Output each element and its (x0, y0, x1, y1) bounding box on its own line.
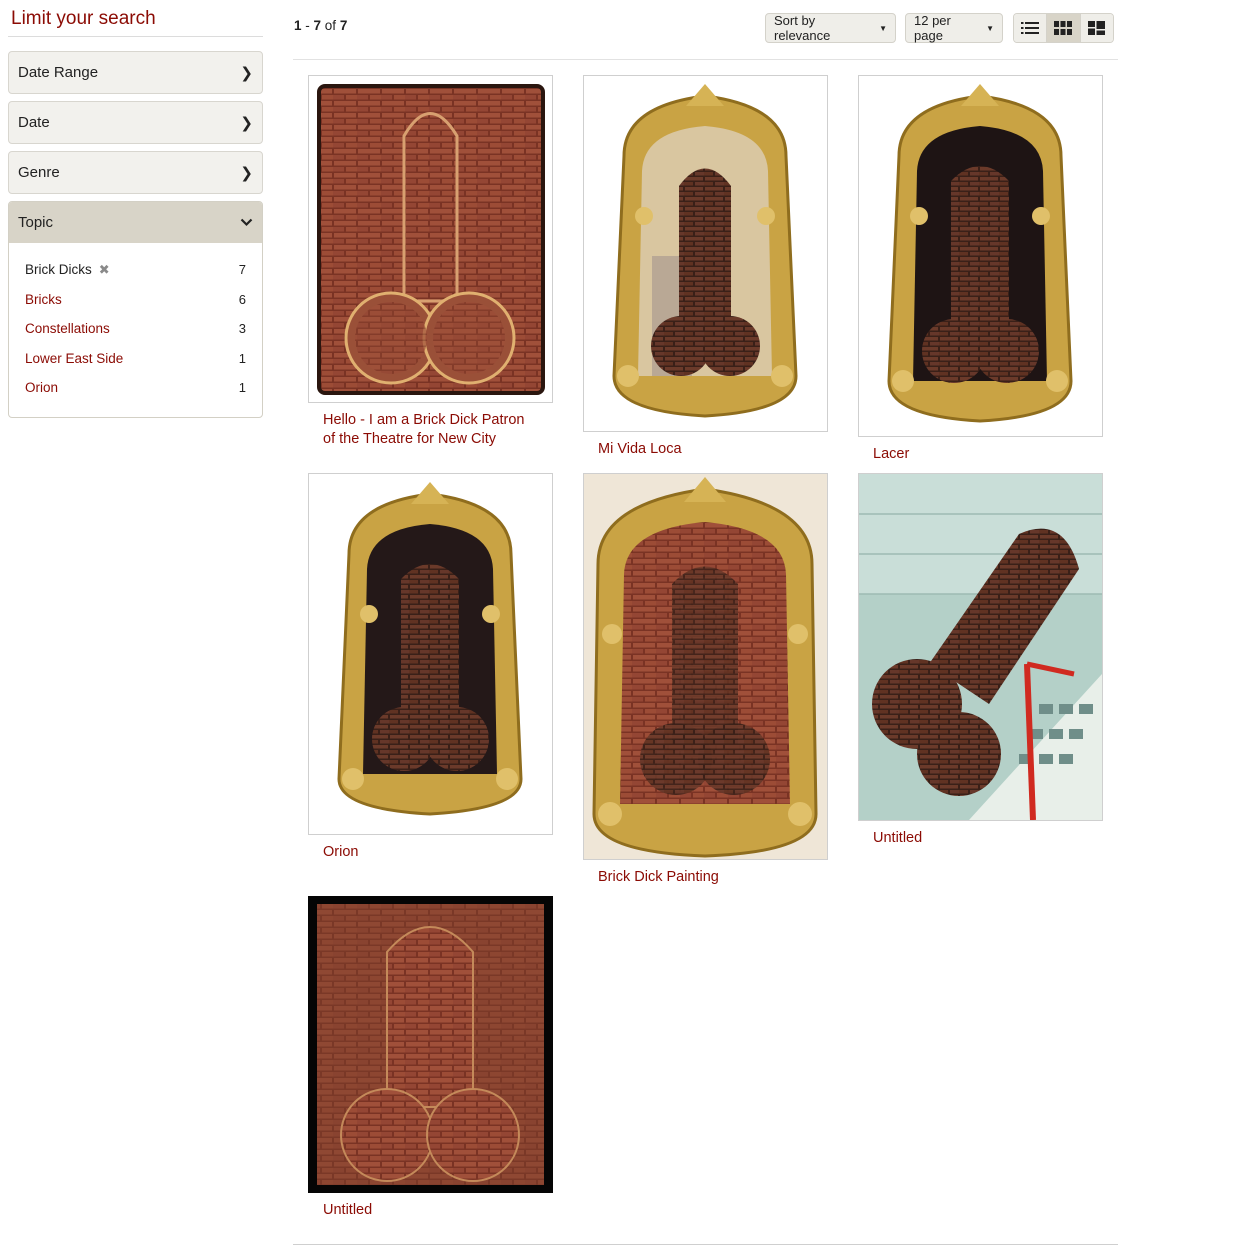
facet-count: 1 (238, 350, 246, 366)
result-thumbnail[interactable] (308, 473, 553, 835)
facet-header[interactable]: Date Range ❯ (9, 52, 262, 93)
page-entries-info: 1 - 7 of 7 (294, 18, 348, 33)
result-title-link[interactable]: Mi Vida Loca (598, 440, 813, 459)
result-thumbnail[interactable] (308, 896, 553, 1193)
caret-down-icon: ▼ (879, 23, 887, 33)
facet-label: Genre (18, 164, 60, 181)
range-start: 1 (294, 18, 302, 33)
result-title-link[interactable]: Brick Dick Painting (598, 868, 813, 887)
chevron-right-icon: ❯ (240, 114, 253, 132)
facet-label: Topic (18, 214, 54, 231)
facet-header[interactable]: Date ❯ (9, 102, 262, 143)
facet-value-link[interactable]: Constellations (25, 321, 110, 336)
facet-date[interactable]: Date ❯ (8, 101, 263, 144)
chevron-right-icon: ❯ (240, 164, 253, 182)
range-end: 7 (313, 18, 322, 33)
results-divider (293, 1244, 1118, 1245)
facet-count: 6 (238, 291, 246, 307)
facet-value-link[interactable]: Lower East Side (25, 351, 123, 366)
view-type-group (1013, 13, 1114, 43)
facet-count: 7 (238, 262, 246, 278)
facet-genre[interactable]: Genre ❯ (8, 151, 263, 194)
masonry-view-icon (1088, 21, 1106, 35)
result-thumbnail[interactable] (858, 75, 1103, 437)
facet-values: Brick Dicks ✖ 7 Bricks 6 Constellations 3… (9, 243, 262, 417)
total-count: 7 (339, 18, 348, 33)
result-title-link[interactable]: Orion (323, 843, 538, 862)
facet-header[interactable]: Genre ❯ (9, 152, 262, 193)
facet-value-link[interactable]: Bricks (25, 292, 62, 307)
facet-label: Date Range (18, 64, 99, 81)
results-toolbar: 1 - 7 of 7 Sort by relevance ▼ 12 per pa… (293, 0, 1118, 60)
result-thumbnail[interactable] (583, 75, 828, 432)
per-page-label: 12 per page (914, 13, 951, 43)
facet-value-brick-dicks: Brick Dicks ✖ 7 (25, 255, 246, 285)
chevron-right-icon: ❯ (240, 64, 253, 82)
facet-label: Date (18, 114, 50, 131)
sidebar: Limit your search Date Range ❯ Date ❯ Ge… (8, 0, 263, 418)
sort-label: Sort by relevance (774, 13, 831, 43)
gallery-view-icon (1054, 21, 1073, 35)
caret-down-icon: ▼ (986, 23, 994, 33)
list-view-icon (1021, 22, 1040, 34)
result-thumbnail[interactable] (858, 473, 1103, 821)
facet-value-bricks[interactable]: Bricks 6 (25, 285, 246, 315)
result-title-link[interactable]: Hello - I am a Brick Dick Patron of the … (323, 411, 538, 449)
of-label: of (324, 18, 337, 33)
facet-count: 1 (238, 380, 246, 396)
list-view-button[interactable] (1014, 14, 1048, 42)
result-title-link[interactable]: Untitled (323, 1201, 538, 1220)
facet-value-lower-east-side[interactable]: Lower East Side 1 (25, 344, 246, 374)
result-thumbnail[interactable] (308, 75, 553, 403)
sort-dropdown[interactable]: Sort by relevance ▼ (765, 13, 896, 43)
facet-value-label: Brick Dicks (25, 261, 92, 277)
facet-value-link[interactable]: Orion (25, 380, 58, 395)
remove-filter-icon[interactable]: ✖ (99, 262, 110, 277)
facet-value-constellations[interactable]: Constellations 3 (25, 314, 246, 344)
result-thumbnail[interactable] (583, 473, 828, 860)
gallery-view-button[interactable] (1047, 14, 1081, 42)
masonry-view-button[interactable] (1080, 14, 1113, 42)
per-page-dropdown[interactable]: 12 per page ▼ (905, 13, 1003, 43)
result-title-link[interactable]: Untitled (873, 829, 1088, 848)
facet-header[interactable]: Topic (9, 202, 262, 243)
chevron-down-icon (240, 214, 253, 231)
facet-topic: Topic Brick Dicks ✖ 7 Bricks 6 Constellat… (8, 201, 263, 418)
facet-date-range[interactable]: Date Range ❯ (8, 51, 263, 94)
sidebar-heading: Limit your search (8, 0, 263, 37)
facet-count: 3 (238, 321, 246, 337)
facet-value-orion[interactable]: Orion 1 (25, 373, 246, 403)
result-title-link[interactable]: Lacer (873, 445, 1088, 464)
